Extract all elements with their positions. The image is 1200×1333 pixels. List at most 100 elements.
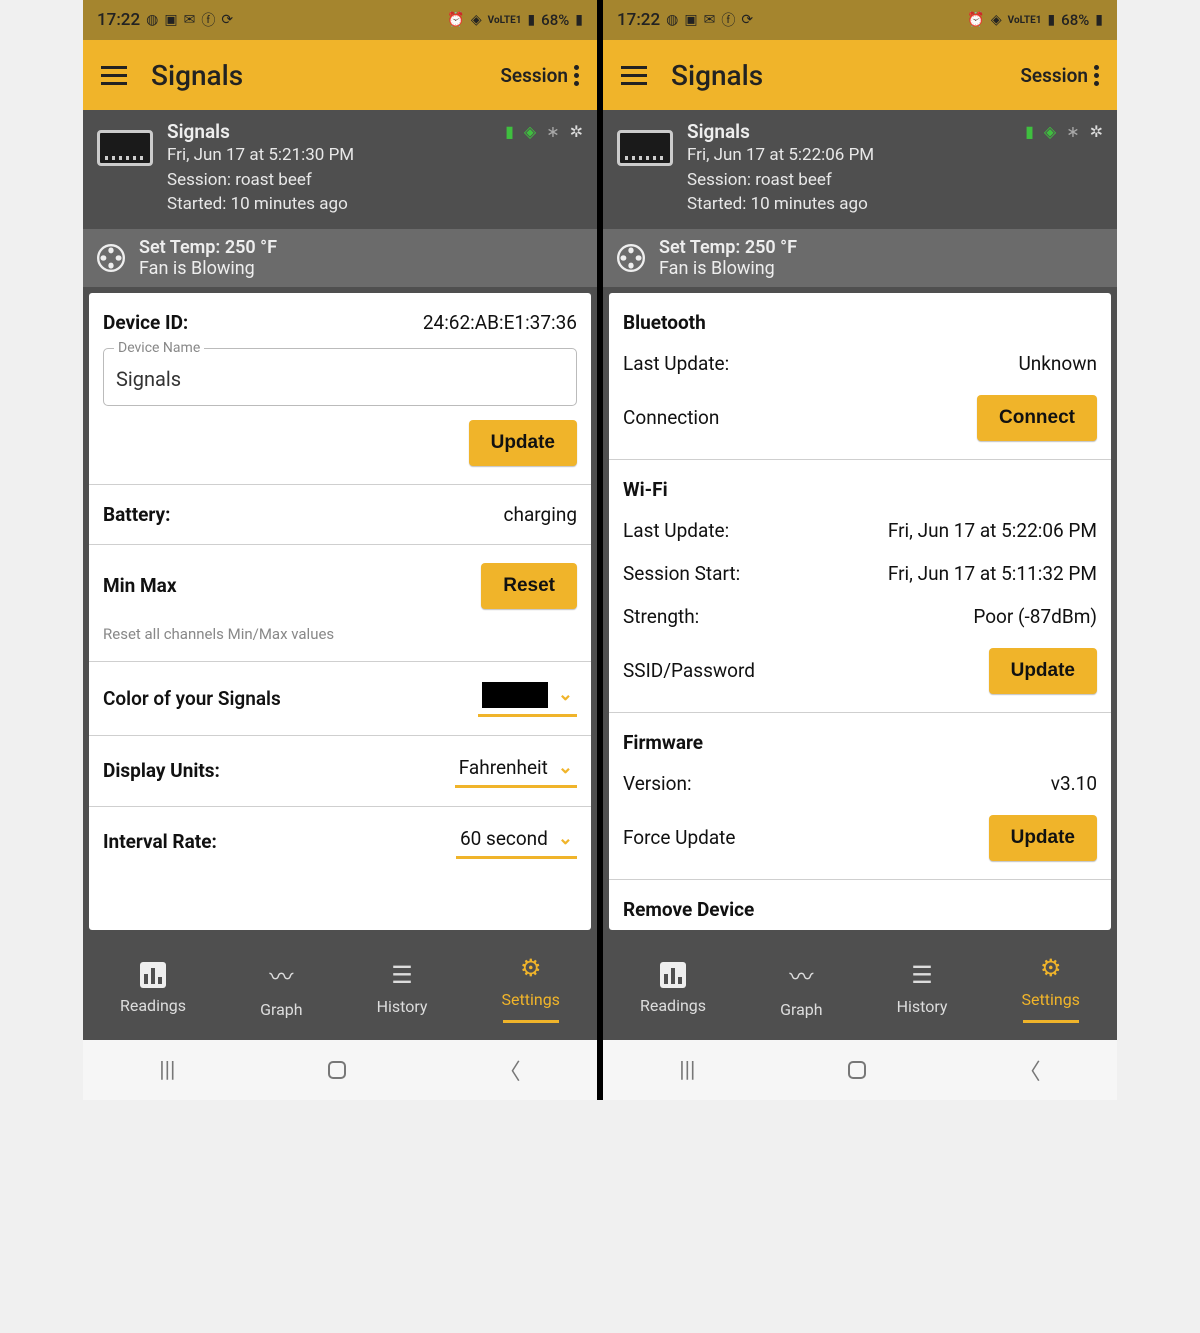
wifi-update-button[interactable]: Update	[989, 648, 1097, 694]
bottom-nav: Readings 〰 Graph ☰ History ⚙ Settings	[83, 936, 597, 1040]
wifi-strength-label: Strength:	[623, 605, 699, 628]
session-menu-button[interactable]: Session	[500, 64, 579, 87]
device-timestamp: Fri, Jun 17 at 5:22:06 PM	[687, 143, 1103, 168]
fw-update-button[interactable]: Update	[989, 815, 1097, 861]
wifi-header: Wi-Fi	[623, 478, 1097, 501]
bluetooth-header: Bluetooth	[623, 311, 1097, 334]
device-card: Signals ▮ ◈ ∗ ✲ Fri, Jun 17 at 5:21:30 P…	[83, 110, 597, 229]
reset-button[interactable]: Reset	[481, 563, 577, 609]
nav-history[interactable]: ☰ History	[377, 961, 428, 1016]
sync-icon: ⟳	[221, 12, 233, 28]
display-units-label: Display Units:	[103, 759, 220, 782]
more-vert-icon	[1094, 65, 1099, 86]
battery-icon: ▮	[1095, 12, 1103, 28]
set-temp-label: Set Temp: 250 °F	[659, 237, 797, 258]
interval-rate-select[interactable]: 60 second ⌄	[456, 825, 577, 859]
fan-state-label: Fan is Blowing	[139, 258, 277, 279]
wifi-icon: ◈	[991, 12, 1002, 28]
device-thumbnail-icon	[617, 130, 673, 166]
bt-lastupdate-label: Last Update:	[623, 352, 729, 375]
nav-settings[interactable]: ⚙ Settings	[1022, 954, 1080, 1023]
wifi-lastupdate-label: Last Update:	[623, 519, 729, 542]
notif-icon: ▣	[684, 12, 697, 28]
facebook-icon: ⓕ	[721, 10, 735, 30]
screenshot-left: 17:22 ◍ ▣ ✉ ⓕ ⟳ ⏰ ◈ VoLTE1 ▮ 68% ▮ Signa…	[83, 0, 597, 1100]
signal-icon: ▮	[527, 12, 535, 28]
alarm-icon: ⏰	[967, 12, 984, 28]
nav-history[interactable]: ☰ History	[897, 961, 948, 1016]
menu-icon[interactable]	[101, 66, 127, 85]
color-select[interactable]: ⌄	[478, 680, 577, 717]
back-icon[interactable]: 〈	[499, 1054, 521, 1086]
nav-settings[interactable]: ⚙ Settings	[502, 954, 560, 1023]
nav-graph[interactable]: 〰 Graph	[780, 957, 823, 1019]
notif-icon: ✉	[704, 12, 716, 28]
chevron-down-icon: ⌄	[558, 757, 573, 778]
bt-lastupdate-value: Unknown	[1018, 352, 1097, 375]
connect-button[interactable]: Connect	[977, 395, 1097, 441]
notif-icon: ✉	[184, 12, 196, 28]
screenshot-right: 17:22 ◍ ▣ ✉ ⓕ ⟳ ⏰ ◈ VoLTE1 ▮ 68% ▮ Signa…	[603, 0, 1117, 1100]
wifi-sessionstart-label: Session Start:	[623, 562, 740, 585]
device-session: Session: roast beef	[687, 168, 1103, 193]
nav-label: History	[377, 997, 428, 1016]
home-icon[interactable]	[848, 1061, 866, 1079]
wifi-ssid-label: SSID/Password	[623, 659, 755, 682]
status-bar: 17:22 ◍ ▣ ✉ ⓕ ⟳ ⏰ ◈ VoLTE1 ▮ 68% ▮	[603, 0, 1117, 40]
device-name-field[interactable]: Device Name Signals	[103, 348, 577, 406]
device-id-label: Device ID:	[103, 311, 188, 334]
lte-icon: VoLTE1	[488, 15, 522, 26]
settings-content: Device ID: 24:62:AB:E1:37:36 Device Name…	[89, 293, 591, 930]
status-time: 17:22	[617, 10, 660, 30]
display-units-value: Fahrenheit	[459, 756, 548, 779]
remove-header: Remove Device	[623, 898, 1097, 921]
recents-icon[interactable]: |||	[159, 1058, 175, 1083]
nav-readings[interactable]: Readings	[120, 962, 186, 1015]
bar-chart-icon	[140, 962, 166, 988]
battery-icon: ▮	[505, 122, 514, 141]
minmax-subtext: Reset all channels Min/Max values	[103, 625, 577, 643]
system-nav: ||| 〈	[603, 1040, 1117, 1100]
nav-label: Readings	[120, 996, 186, 1015]
nav-label: History	[897, 997, 948, 1016]
display-units-select[interactable]: Fahrenheit ⌄	[455, 754, 577, 788]
device-session: Session: roast beef	[167, 168, 583, 193]
nav-label: Readings	[640, 996, 706, 1015]
status-time: 17:22	[97, 10, 140, 30]
fan-icon: ✲	[1090, 122, 1103, 141]
page-title: Signals	[151, 59, 476, 92]
battery-icon: ▮	[575, 12, 583, 28]
app-bar: Signals Session	[83, 40, 597, 110]
home-icon[interactable]	[328, 1061, 346, 1079]
device-thumbnail-icon	[97, 130, 153, 166]
minmax-label: Min Max	[103, 574, 177, 597]
nav-label: Settings	[1022, 990, 1080, 1009]
battery-label: Battery:	[103, 503, 170, 526]
device-name-field-value: Signals	[116, 367, 564, 391]
session-menu-button[interactable]: Session	[1020, 64, 1099, 87]
menu-icon[interactable]	[621, 66, 647, 85]
bluetooth-icon: ∗	[546, 122, 559, 141]
chevron-down-icon: ⌄	[558, 828, 573, 849]
bluetooth-icon: ∗	[1066, 122, 1079, 141]
fw-version-value: v3.10	[1051, 772, 1097, 795]
nav-readings[interactable]: Readings	[640, 962, 706, 1015]
color-label: Color of your Signals	[103, 687, 281, 710]
nav-label: Settings	[502, 990, 560, 1009]
nav-label: Graph	[260, 1000, 303, 1019]
recents-icon[interactable]: |||	[679, 1058, 695, 1083]
back-icon[interactable]: 〈	[1019, 1054, 1041, 1086]
wifi-sessionstart-value: Fri, Jun 17 at 5:11:32 PM	[888, 562, 1097, 585]
fan-icon	[97, 244, 125, 272]
chevron-down-icon: ⌄	[558, 684, 573, 705]
settings-content: Bluetooth Last Update: Unknown Connectio…	[609, 293, 1111, 930]
wifi-strength-value: Poor (-87dBm)	[973, 605, 1097, 628]
nav-graph[interactable]: 〰 Graph	[260, 957, 303, 1019]
battery-value: charging	[504, 503, 577, 526]
wifi-icon: ◈	[1044, 122, 1056, 141]
device-name-field-label: Device Name	[114, 340, 204, 356]
set-temp-label: Set Temp: 250 °F	[139, 237, 277, 258]
fw-force-label: Force Update	[623, 826, 735, 849]
update-button[interactable]: Update	[469, 420, 577, 466]
gear-icon: ⚙	[520, 954, 542, 982]
